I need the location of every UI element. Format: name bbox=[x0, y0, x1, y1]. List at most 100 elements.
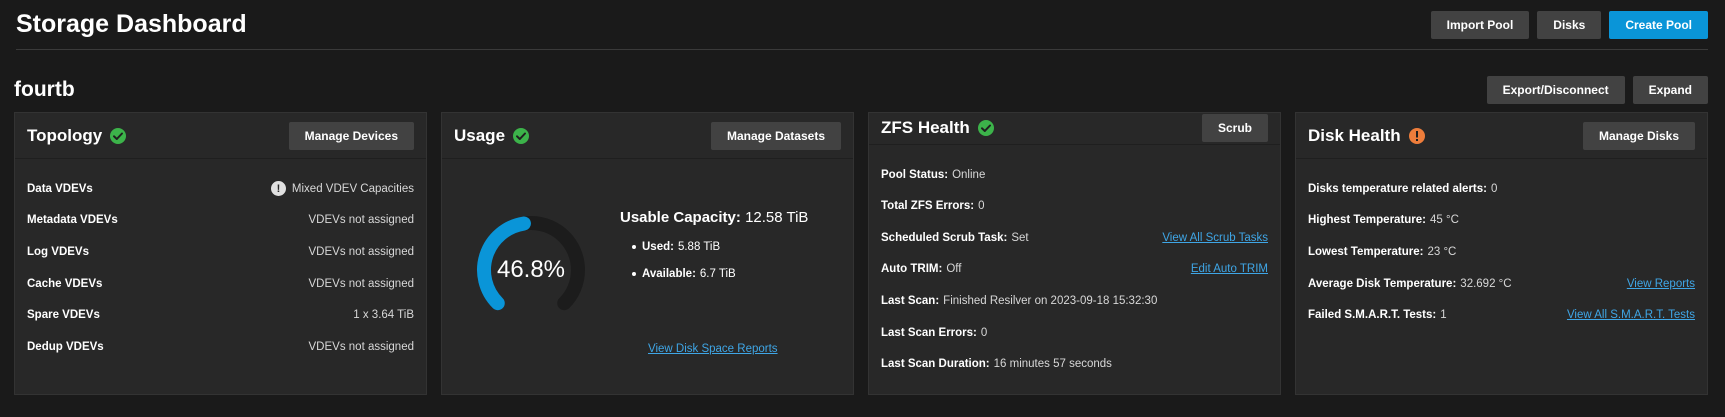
kv: Disks temperature related alerts: 0 bbox=[1308, 183, 1497, 195]
disk-health-row: Highest Temperature: 45 °C bbox=[1308, 205, 1695, 237]
zfs-row: Last Scan Duration: 16 minutes 57 seconds bbox=[881, 348, 1268, 380]
topology-row: Spare VDEVs 1 x 3.64 TiB bbox=[27, 299, 414, 331]
usage-card-header: Usage Manage Datasets bbox=[442, 113, 853, 159]
zfs-row: Pool Status: Online bbox=[881, 159, 1268, 191]
disk-health-row: Average Disk Temperature: 32.692 °C View … bbox=[1308, 268, 1695, 300]
disk-health-body: Disks temperature related alerts: 0 Highe… bbox=[1296, 159, 1707, 345]
alert-circle-icon bbox=[1408, 127, 1425, 144]
zfs-title-wrap: ZFS Health bbox=[881, 118, 995, 138]
edit-auto-trim-link[interactable]: Edit Auto TRIM bbox=[1191, 263, 1268, 275]
row-value: 23 °C bbox=[1427, 245, 1457, 258]
row-label: Last Scan Errors: bbox=[881, 326, 977, 339]
row-label: Dedup VDEVs bbox=[27, 340, 104, 353]
kv: Total ZFS Errors: 0 bbox=[881, 200, 984, 212]
row-label: Last Scan: bbox=[881, 295, 940, 308]
row-value: Finished Resilver on 2023-09-18 15:32:30 bbox=[943, 295, 1158, 308]
usable-capacity-label: Usable Capacity: bbox=[620, 209, 741, 226]
usage-title: Usage bbox=[454, 125, 506, 145]
pool-actions: Export/Disconnect Expand bbox=[1486, 76, 1708, 104]
row-value: VDEVs not assigned bbox=[308, 277, 414, 290]
zfs-row: Auto TRIM: Off Edit Auto TRIM bbox=[881, 254, 1268, 286]
check-circle-icon bbox=[513, 127, 530, 144]
kv: Last Scan Duration: 16 minutes 57 seconds bbox=[881, 358, 1112, 370]
zfs-health-title: ZFS Health bbox=[881, 118, 970, 138]
topology-card: Topology Manage Devices Data VDEVs ! Mix… bbox=[14, 112, 427, 395]
topology-body: Data VDEVs ! Mixed VDEV Capacities Metad… bbox=[15, 159, 426, 377]
disk-health-card: Disk Health Manage Disks Disks temperatu… bbox=[1295, 112, 1708, 395]
used-label: Used: bbox=[642, 241, 674, 253]
row-value: 32.692 °C bbox=[1460, 277, 1512, 290]
zfs-health-body: Pool Status: Online Total ZFS Errors: 0 Sc… bbox=[869, 145, 1280, 394]
disk-health-title: Disk Health bbox=[1308, 125, 1401, 145]
scrub-button[interactable]: Scrub bbox=[1201, 114, 1268, 143]
row-value: 0 bbox=[1490, 182, 1498, 195]
row-value: VDEVs not assigned bbox=[308, 245, 414, 258]
manage-devices-button[interactable]: Manage Devices bbox=[288, 121, 414, 150]
view-all-scrub-tasks-link[interactable]: View All Scrub Tasks bbox=[1162, 232, 1268, 244]
row-label: Auto TRIM: bbox=[881, 263, 943, 276]
zfs-row: Scheduled Scrub Task: Set View All Scrub … bbox=[881, 222, 1268, 254]
check-circle-icon bbox=[110, 127, 127, 144]
row-value-text: Mixed VDEV Capacities bbox=[291, 182, 414, 195]
row-label: Metadata VDEVs bbox=[27, 214, 118, 227]
usable-capacity: Usable Capacity: 12.58 TiB bbox=[620, 209, 810, 226]
row-value: 45 °C bbox=[1430, 214, 1459, 227]
expand-button[interactable]: Expand bbox=[1632, 76, 1708, 104]
info-icon[interactable]: ! bbox=[270, 181, 286, 197]
view-all-smart-tests-link[interactable]: View All S.M.A.R.T. Tests bbox=[1567, 309, 1695, 321]
used-value: 5.88 TiB bbox=[677, 241, 721, 253]
topology-row: Metadata VDEVs VDEVs not assigned bbox=[27, 205, 414, 237]
row-value: VDEVs not assigned bbox=[308, 340, 414, 353]
zfs-health-card-header: ZFS Health Scrub bbox=[869, 113, 1280, 145]
export-disconnect-button[interactable]: Export/Disconnect bbox=[1486, 76, 1625, 104]
disks-button[interactable]: Disks bbox=[1537, 10, 1602, 39]
topology-row: Dedup VDEVs VDEVs not assigned bbox=[27, 331, 414, 363]
row-value: ! Mixed VDEV Capacities bbox=[270, 181, 414, 197]
row-label: Last Scan Duration: bbox=[881, 358, 990, 371]
view-reports-link[interactable]: View Reports bbox=[1627, 278, 1695, 290]
topology-row: Cache VDEVs VDEVs not assigned bbox=[27, 268, 414, 300]
topology-card-header: Topology Manage Devices bbox=[15, 113, 426, 159]
row-label: Highest Temperature: bbox=[1308, 214, 1427, 227]
disk-health-row: Lowest Temperature: 23 °C bbox=[1308, 236, 1695, 268]
view-disk-space-reports-link[interactable]: View Disk Space Reports bbox=[648, 343, 778, 355]
row-label: Log VDEVs bbox=[27, 245, 89, 258]
import-pool-button[interactable]: Import Pool bbox=[1430, 10, 1530, 39]
page-title: Storage Dashboard bbox=[16, 10, 247, 38]
manage-datasets-button[interactable]: Manage Datasets bbox=[710, 121, 841, 150]
manage-disks-button[interactable]: Manage Disks bbox=[1582, 121, 1695, 150]
row-value: Off bbox=[946, 263, 962, 276]
topology-title-wrap: Topology bbox=[27, 126, 127, 146]
row-value: VDEVs not assigned bbox=[308, 214, 414, 227]
kv: Scheduled Scrub Task: Set bbox=[881, 232, 1029, 244]
usage-body: 46.8% Usable Capacity: 12.58 TiB Used: 5… bbox=[442, 159, 853, 394]
row-label: Scheduled Scrub Task: bbox=[881, 231, 1008, 244]
usable-capacity-value: 12.58 TiB bbox=[745, 209, 809, 226]
check-circle-icon bbox=[977, 120, 994, 137]
available-value: 6.7 TiB bbox=[699, 268, 736, 280]
bullet-icon bbox=[632, 272, 636, 276]
create-pool-button[interactable]: Create Pool bbox=[1609, 10, 1708, 39]
usage-title-wrap: Usage bbox=[454, 126, 530, 146]
topology-title: Topology bbox=[27, 125, 103, 145]
kv: Failed S.M.A.R.T. Tests: 1 bbox=[1308, 309, 1447, 321]
zfs-row: Last Scan: Finished Resilver on 2023-09-1… bbox=[881, 285, 1268, 317]
kv: Last Scan Errors: 0 bbox=[881, 327, 987, 339]
row-label: Spare VDEVs bbox=[27, 309, 100, 322]
row-label: Disks temperature related alerts: bbox=[1308, 182, 1487, 195]
kv: Lowest Temperature: 23 °C bbox=[1308, 246, 1456, 258]
pool-name: fourtb bbox=[14, 78, 75, 101]
usage-info: Usable Capacity: 12.58 TiB Used: 5.88 Ti… bbox=[620, 209, 810, 280]
kv: Highest Temperature: 45 °C bbox=[1308, 214, 1459, 226]
page-header: Storage Dashboard Import Pool Disks Crea… bbox=[16, 0, 1708, 50]
disk-health-title-wrap: Disk Health bbox=[1308, 126, 1426, 146]
row-value: 0 bbox=[978, 200, 985, 213]
used-row: Used: 5.88 TiB bbox=[620, 241, 810, 253]
row-value: 1 bbox=[1440, 309, 1447, 322]
disk-health-row: Disks temperature related alerts: 0 bbox=[1308, 173, 1695, 205]
pool-cards: Topology Manage Devices Data VDEVs ! Mix… bbox=[14, 112, 1708, 395]
available-row: Available: 6.7 TiB bbox=[620, 268, 810, 280]
pool-header: fourtb Export/Disconnect Expand bbox=[14, 74, 1708, 106]
row-label: Pool Status: bbox=[881, 168, 949, 181]
disk-health-card-header: Disk Health Manage Disks bbox=[1296, 113, 1707, 159]
